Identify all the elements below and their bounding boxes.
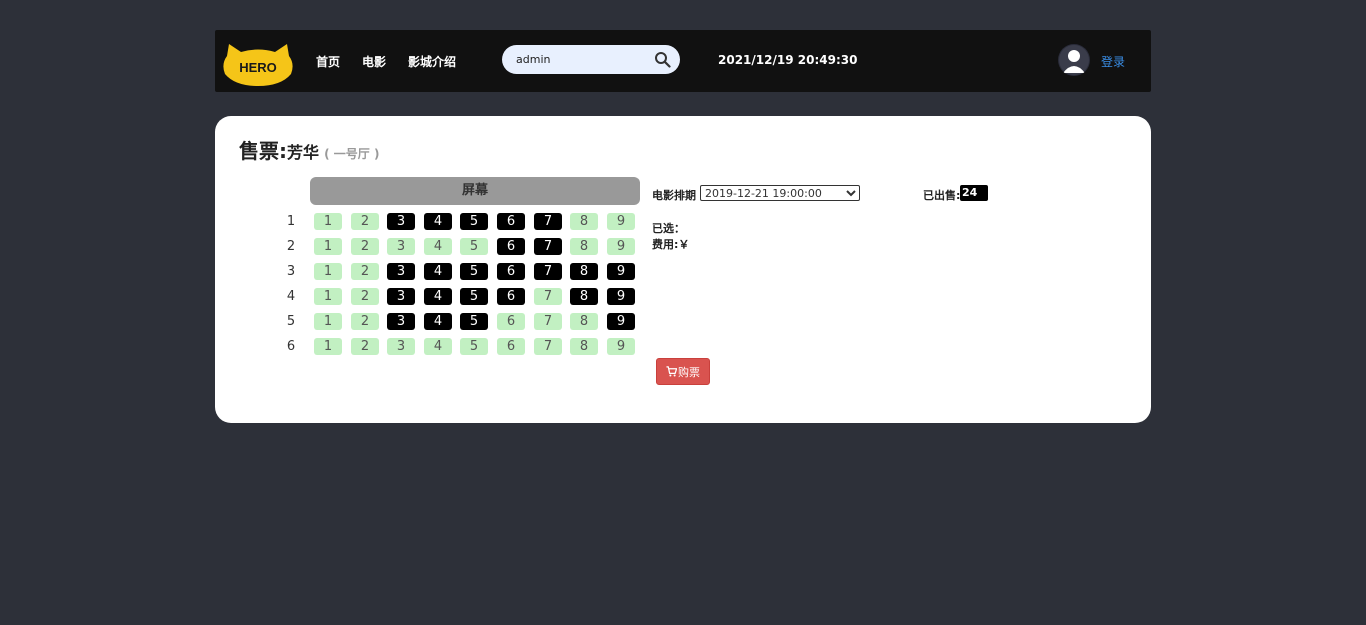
seat-available[interactable]: 1	[314, 263, 342, 280]
seat-sold: 5	[460, 263, 488, 280]
seat-available[interactable]: 1	[314, 338, 342, 355]
seat-available[interactable]: 1	[314, 313, 342, 330]
seat-available[interactable]: 5	[460, 238, 488, 255]
nav-link-home[interactable]: 首页	[316, 53, 340, 70]
seat-sold: 6	[497, 213, 525, 230]
seat-sold: 6	[497, 238, 525, 255]
seat-available[interactable]: 2	[351, 288, 379, 305]
schedule-select[interactable]: 2019-12-21 19:00:00	[700, 185, 860, 201]
cart-icon	[666, 366, 677, 377]
seat-available[interactable]: 9	[607, 338, 635, 355]
seat-sold: 9	[607, 263, 635, 280]
page-title: 售票:芳华 ( 一号厅 )	[239, 135, 379, 164]
row-number: 1	[286, 214, 296, 229]
cost-label: 费用:￥	[652, 238, 690, 251]
buy-ticket-button[interactable]: 购票	[656, 358, 710, 385]
search-box	[502, 45, 680, 74]
row-number: 2	[286, 239, 296, 254]
schedule-label: 电影排期	[652, 189, 696, 202]
login-link[interactable]: 登录	[1101, 53, 1125, 70]
seat-available[interactable]: 6	[497, 313, 525, 330]
seat-sold: 4	[424, 288, 452, 305]
hall-name: ( 一号厅 )	[324, 147, 380, 161]
nav-link-movies[interactable]: 电影	[362, 53, 386, 70]
logo-text: HERO	[239, 60, 277, 75]
seat-available[interactable]: 2	[351, 313, 379, 330]
seat-available[interactable]: 6	[497, 338, 525, 355]
row-number: 5	[286, 314, 296, 329]
ticket-panel: 售票:芳华 ( 一号厅 ) 屏幕 11234567892123456789312…	[215, 116, 1151, 423]
sold-label: 已出售:	[923, 189, 961, 202]
sold-count-badge: 24	[960, 185, 988, 201]
seat-available[interactable]: 5	[460, 338, 488, 355]
seat-sold: 8	[570, 263, 598, 280]
seat-available[interactable]: 2	[351, 238, 379, 255]
current-datetime: 2021/12/19 20:49:30	[718, 53, 858, 67]
seat-sold: 6	[497, 288, 525, 305]
navbar: HERO 首页 电影 影城介绍 2021/12/19 20:49:30 登录	[215, 30, 1151, 92]
seat-sold: 5	[460, 288, 488, 305]
seat-available[interactable]: 4	[424, 338, 452, 355]
seat-available[interactable]: 3	[387, 338, 415, 355]
nav-link-cinema-intro[interactable]: 影城介绍	[408, 53, 456, 70]
seat-available[interactable]: 8	[570, 213, 598, 230]
row-number: 6	[286, 339, 296, 354]
seat-sold: 4	[424, 313, 452, 330]
screen-bar: 屏幕	[310, 177, 640, 205]
buy-ticket-label: 购票	[678, 365, 700, 379]
seat-sold: 3	[387, 213, 415, 230]
seat-available[interactable]: 3	[387, 238, 415, 255]
user-avatar[interactable]	[1058, 44, 1090, 76]
movie-name: 芳华	[287, 143, 320, 162]
seat-sold: 3	[387, 263, 415, 280]
seat-sold: 7	[534, 213, 562, 230]
seat-sold: 7	[534, 263, 562, 280]
seat-available[interactable]: 7	[534, 338, 562, 355]
seat-available[interactable]: 8	[570, 313, 598, 330]
seat-sold: 8	[570, 288, 598, 305]
seat-sold: 3	[387, 288, 415, 305]
seat-available[interactable]: 9	[607, 213, 635, 230]
title-label: 售票:	[239, 139, 287, 163]
search-input[interactable]	[516, 51, 646, 68]
seat-available[interactable]: 2	[351, 213, 379, 230]
selected-seats-label: 已选：	[652, 222, 685, 235]
row-number: 4	[286, 289, 296, 304]
seat-available[interactable]: 8	[570, 238, 598, 255]
seat-available[interactable]: 7	[534, 288, 562, 305]
seat-available[interactable]: 9	[607, 238, 635, 255]
seat-sold: 4	[424, 213, 452, 230]
search-icon[interactable]	[654, 51, 671, 68]
hero-logo[interactable]: HERO	[221, 42, 295, 86]
seat-available[interactable]: 7	[534, 313, 562, 330]
seat-sold: 3	[387, 313, 415, 330]
seat-available[interactable]: 2	[351, 338, 379, 355]
seat-sold: 9	[607, 288, 635, 305]
seat-available[interactable]: 2	[351, 263, 379, 280]
seat-sold: 7	[534, 238, 562, 255]
seat-available[interactable]: 1	[314, 238, 342, 255]
seat-available[interactable]: 8	[570, 338, 598, 355]
seat-sold: 9	[607, 313, 635, 330]
seat-available[interactable]: 1	[314, 288, 342, 305]
seat-sold: 5	[460, 313, 488, 330]
seat-available[interactable]: 1	[314, 213, 342, 230]
user-icon	[1059, 45, 1089, 75]
row-number: 3	[286, 264, 296, 279]
seat-available[interactable]: 4	[424, 238, 452, 255]
seat-sold: 6	[497, 263, 525, 280]
seat-sold: 5	[460, 213, 488, 230]
seat-sold: 4	[424, 263, 452, 280]
